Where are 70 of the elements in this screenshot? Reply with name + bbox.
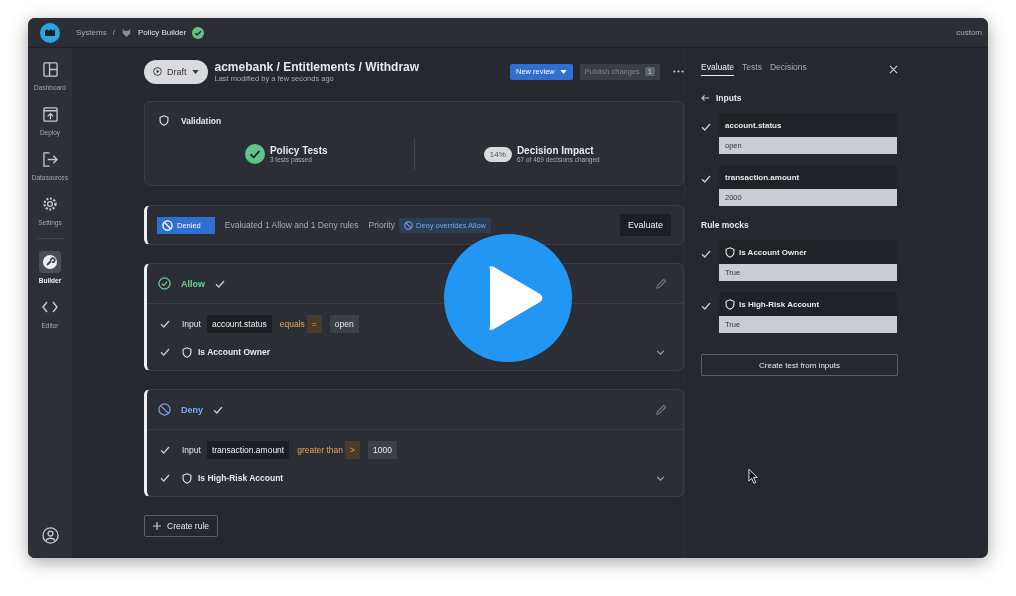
evaluate-button[interactable]: Evaluate [619, 214, 671, 236]
wrench-icon [42, 254, 58, 270]
check-circle-icon [158, 277, 171, 290]
rule-reference: Is Account Owner [198, 347, 270, 357]
layout-icon [42, 61, 58, 77]
shield-icon [182, 346, 192, 358]
chevron-down-icon[interactable] [656, 475, 665, 481]
rule-effect-label: Deny [181, 404, 203, 415]
condition-prefix: Input [182, 319, 201, 329]
condition-prefix: Input [182, 445, 201, 455]
metric-title: Decision Impact [516, 145, 594, 156]
settings-icon [42, 196, 58, 212]
shield-icon [182, 472, 192, 484]
play-button[interactable] [444, 234, 572, 362]
priority-label: Priority [368, 220, 395, 230]
caret-icon [559, 69, 567, 74]
input-name: account.status [725, 120, 782, 130]
user-avatar-icon[interactable] [41, 527, 59, 544]
input-name: transaction.amount [725, 172, 800, 182]
rule-effect-label: Allow [181, 278, 205, 289]
rule-mock-name: Is Account Owner [739, 247, 807, 257]
rule-reference: Is High-Risk Account [198, 473, 284, 483]
code-icon [42, 301, 58, 313]
metric-title: Policy Tests [269, 145, 328, 156]
operator-symbol[interactable]: = [306, 315, 322, 333]
percent-badge: 14% [483, 146, 512, 162]
shield-icon [725, 246, 735, 258]
operator-symbol[interactable]: > [345, 441, 360, 459]
policy-title: acmebank / Entitlements / Withdraw [214, 60, 421, 74]
upload-icon [42, 106, 58, 122]
prohibited-icon [158, 403, 171, 416]
breadcrumb-link[interactable]: Systems [76, 28, 107, 37]
validation-title: Validation [181, 115, 222, 126]
status-dropdown[interactable]: Draft [144, 59, 208, 84]
logo-icon [40, 22, 60, 43]
panel-tab[interactable]: Evaluate [701, 62, 735, 76]
prohibited-icon [162, 219, 173, 231]
value-tag[interactable]: 1000 [368, 441, 397, 459]
panel-tab[interactable]: Tests [742, 62, 762, 76]
create-rule-button[interactable]: Create rule [144, 515, 219, 537]
input-field-tag[interactable]: transaction.amount [206, 441, 290, 459]
exit-icon [42, 151, 58, 167]
rule-mock-name: Is High-Risk Account [739, 299, 820, 309]
value-tag[interactable]: open [329, 315, 359, 333]
operator-label[interactable]: greater than [297, 445, 344, 455]
section-title: Rule mocks [701, 220, 749, 230]
evaluation-summary: Evaluated 1 Allow and 1 Deny rules [224, 220, 359, 230]
section-title: Inputs [716, 93, 742, 103]
mascot-icon [120, 27, 132, 38]
prohibited-icon [403, 220, 413, 230]
caret-icon [191, 69, 199, 74]
create-test-button[interactable]: Create test from inputs [701, 354, 898, 376]
panel-tab[interactable]: Decisions [769, 62, 807, 76]
operator-label[interactable]: equals [279, 319, 305, 329]
edit-icon[interactable] [656, 404, 667, 415]
workspace-label: custom [956, 28, 982, 37]
breadcrumb-separator: / [112, 28, 115, 37]
play-circle-icon [153, 67, 162, 76]
breadcrumb-link[interactable]: Policy Builder [137, 28, 187, 37]
shield-icon [159, 115, 169, 126]
back-arrow-icon[interactable] [701, 94, 710, 102]
edit-icon[interactable] [656, 278, 667, 289]
chevron-down-icon[interactable] [656, 349, 665, 355]
input-field-tag[interactable]: account.status [206, 315, 272, 333]
more-icon[interactable] [673, 70, 684, 73]
check-circle-icon [244, 144, 265, 164]
plus-icon [153, 522, 161, 530]
close-icon[interactable] [889, 64, 898, 74]
shield-icon [725, 298, 735, 310]
mouse-cursor-icon [748, 468, 759, 485]
